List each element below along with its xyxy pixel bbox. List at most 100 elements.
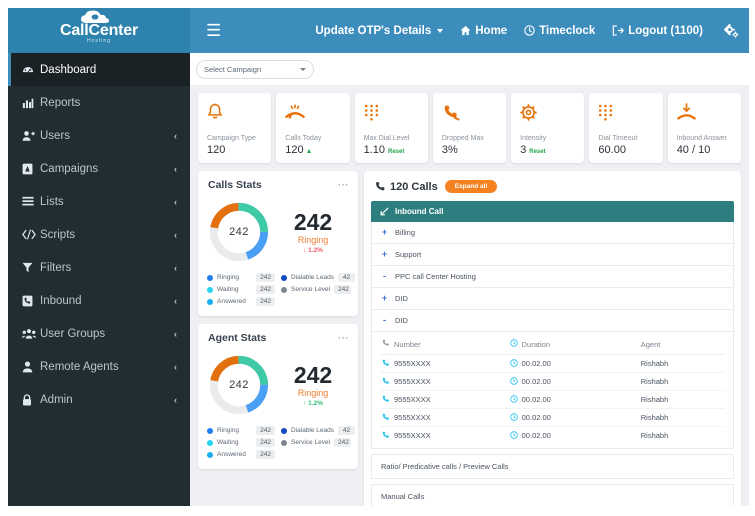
sidebar-item-reports[interactable]: Reports bbox=[8, 86, 190, 119]
cogs-icon[interactable] bbox=[720, 23, 739, 38]
sidebar: CallCenter Hosting Dashboard Reports Users… bbox=[8, 8, 190, 506]
legend-dot bbox=[207, 298, 213, 305]
sidebar-item-inbound[interactable]: Inbound ‹ bbox=[8, 284, 190, 317]
table-row: 9555XXXX 00.02.00 Rishabh bbox=[380, 372, 725, 391]
sidebar-item-remote-agents[interactable]: Remote Agents ‹ bbox=[8, 350, 190, 383]
home-link[interactable]: Home bbox=[460, 25, 507, 37]
sidebar-item-users[interactable]: Users ‹ bbox=[8, 119, 190, 152]
call-tree-item[interactable]: + Support bbox=[371, 244, 734, 266]
sidebar-item-campaigns[interactable]: Campaigns ‹ bbox=[8, 152, 190, 185]
stat-card-label: Inbound Answer bbox=[676, 135, 727, 142]
cell-agent: Rishabh bbox=[638, 372, 725, 391]
legend-value: 42 bbox=[338, 426, 356, 435]
cell-agent: Rishabh bbox=[640, 431, 669, 440]
minus-icon[interactable]: - bbox=[381, 316, 388, 325]
sidebar-item-scripts[interactable]: Scripts ‹ bbox=[8, 218, 190, 251]
stat-card-label: Max Dial Level bbox=[363, 135, 410, 142]
brand-logo[interactable]: CallCenter Hosting bbox=[8, 8, 190, 53]
agent-stats-donut-value: 242 bbox=[229, 379, 249, 391]
cell-agent: Rishabh bbox=[638, 408, 725, 427]
legend-item: Service Level 242 bbox=[281, 438, 352, 447]
call-tree-item[interactable]: + Billing bbox=[371, 222, 734, 244]
legend-item: Waiting 242 bbox=[207, 438, 275, 447]
phone-down-icon bbox=[442, 101, 498, 123]
chevron-left-icon: ‹ bbox=[174, 229, 177, 240]
stat-card-value-wrap: 1.10 Reset bbox=[364, 144, 420, 156]
call-tree-item[interactable]: - PPC call Center Hosting bbox=[371, 266, 734, 288]
dashboard-content: Campaign Type 120 Calls Today 120 Max Dial L… bbox=[190, 85, 749, 506]
plus-icon[interactable]: + bbox=[381, 250, 388, 259]
cell-agent: Rishabh bbox=[638, 390, 725, 409]
expand-all-button[interactable]: Expand all bbox=[444, 180, 498, 193]
chevron-left-icon: ‹ bbox=[174, 262, 177, 273]
minus-icon[interactable]: - bbox=[381, 272, 388, 281]
calls-stats-panel: Calls Stats ⋯ 242 242 Ringing ↓ 1.2% Rin… bbox=[198, 171, 358, 316]
sidebar-item-dashboard[interactable]: Dashboard bbox=[8, 53, 190, 86]
call-tree-label: DID bbox=[395, 294, 408, 303]
cell-number: 9555XXXX bbox=[380, 408, 508, 427]
stat-card-dial-timeout: Dial Timeout 60.00 bbox=[589, 93, 663, 163]
legend-label: Service Level bbox=[291, 286, 331, 293]
sidebar-item-label: Dashboard bbox=[40, 63, 97, 76]
sidebar-item-user-groups[interactable]: User Groups ‹ bbox=[8, 317, 190, 350]
filter-icon bbox=[22, 262, 40, 273]
calls-panel-body: Inbound Call + Billing + Support - PPC call C… bbox=[364, 201, 741, 506]
stat-card-value-wrap: 120 bbox=[285, 144, 341, 156]
call-tree-item[interactable]: + DID bbox=[371, 288, 734, 310]
inbound-call-bar[interactable]: Inbound Call bbox=[371, 201, 734, 222]
sidebar-item-lists[interactable]: Lists ‹ bbox=[8, 185, 190, 218]
reset-link[interactable]: Reset bbox=[388, 149, 404, 155]
left-column: Calls Stats ⋯ 242 242 Ringing ↓ 1.2% Rin… bbox=[198, 171, 358, 469]
agent-stats-donut: 242 bbox=[206, 352, 272, 418]
cell-number-text: 9555XXXX bbox=[394, 359, 431, 368]
legend-label: Dialable Leads bbox=[291, 274, 335, 281]
footer-rows: Ratio/ Predicative calls / Preview Calls… bbox=[371, 454, 734, 506]
legend-value: 42 bbox=[338, 273, 356, 282]
legend-value: 242 bbox=[256, 450, 275, 459]
calls-stats-delta: ↓ 1.2% bbox=[303, 247, 323, 255]
agent-stats-title: Agent Stats bbox=[208, 332, 267, 344]
plus-icon[interactable]: + bbox=[381, 294, 388, 303]
calls-footer-row[interactable]: Manual Calls bbox=[371, 484, 734, 506]
stat-card-value: 1.10 bbox=[363, 144, 385, 156]
cell-duration: 00.02.00 bbox=[507, 354, 639, 373]
agent-stats-delta: ↑ 1.2% bbox=[303, 400, 323, 408]
calls-count-label: 120 Calls bbox=[390, 180, 438, 193]
calls-table-wrap: Number Duration Agent 9555XXXX 00.02.00 … bbox=[371, 332, 734, 449]
calls-panel-title: 120 Calls bbox=[375, 181, 438, 193]
timeclock-label: Timeclock bbox=[539, 24, 596, 37]
call-tree: + Billing + Support - PPC call Center Hosting… bbox=[371, 222, 734, 332]
reset-link[interactable]: Reset bbox=[529, 149, 545, 155]
legend-dot bbox=[207, 439, 213, 446]
calls-footer-row[interactable]: Ratio/ Predicative calls / Preview Calls bbox=[371, 454, 734, 479]
ellipsis-icon[interactable]: ⋯ bbox=[338, 179, 350, 191]
dashboard-icon bbox=[22, 64, 40, 76]
ellipsis-icon[interactable]: ⋯ bbox=[338, 332, 350, 344]
call-tree-item[interactable]: - DID bbox=[371, 310, 734, 332]
arrow-in-icon bbox=[380, 207, 389, 216]
plus-icon[interactable]: + bbox=[381, 228, 388, 237]
lower-grid: Calls Stats ⋯ 242 242 Ringing ↓ 1.2% Rin… bbox=[198, 171, 741, 506]
cell-number: 9555XXXX bbox=[380, 354, 508, 373]
logout-link[interactable]: Logout (1100) bbox=[612, 25, 703, 37]
phone-icon bbox=[382, 431, 390, 441]
clock-icon bbox=[509, 394, 518, 405]
legend-item: Dialable Leads 42 bbox=[281, 273, 356, 282]
users-group-icon bbox=[22, 328, 40, 340]
cell-duration: 00.02.00 bbox=[507, 372, 639, 391]
campaign-icon bbox=[22, 163, 40, 175]
campaign-select[interactable]: Select Campaign bbox=[196, 59, 314, 79]
legend-dot bbox=[281, 427, 287, 434]
legend-label: Ringing bbox=[217, 427, 240, 434]
update-otp-menu[interactable]: Update OTP's Details bbox=[315, 25, 444, 37]
sidebar-item-admin[interactable]: Admin ‹ bbox=[8, 383, 190, 416]
timeclock-link[interactable]: Timeclock bbox=[524, 25, 595, 37]
hamburger-icon[interactable]: ☰ bbox=[202, 20, 225, 41]
stat-card-inbound-answer: Inbound Answer 40 / 10 bbox=[667, 93, 741, 163]
stat-card-campaign-type: Campaign Type 120 bbox=[198, 93, 272, 163]
window-frame: CallCenter Hosting Dashboard Reports Users… bbox=[8, 8, 749, 506]
cell-number: 9555XXXX bbox=[380, 390, 508, 409]
sidebar-item-filters[interactable]: Filters ‹ bbox=[8, 251, 190, 284]
legend-dot bbox=[207, 451, 213, 458]
stat-card-value: 40 / 10 bbox=[676, 144, 711, 156]
